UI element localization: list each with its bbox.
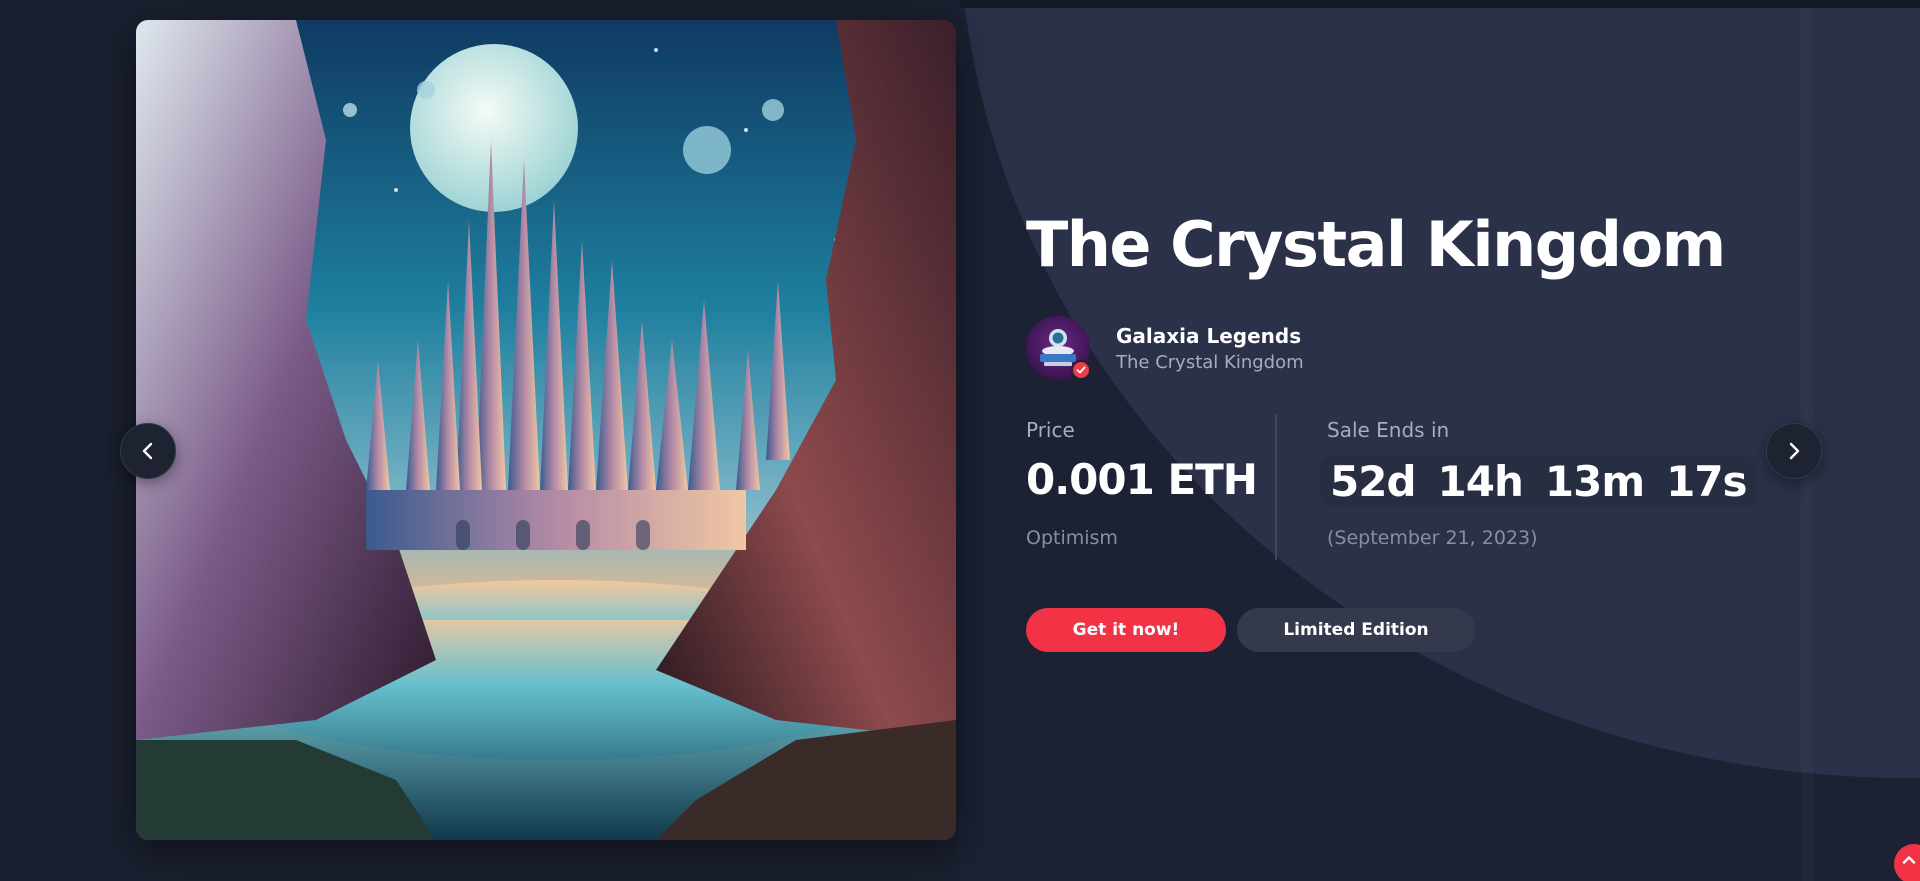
chevron-left-icon bbox=[142, 442, 153, 460]
previous-slide-button[interactable] bbox=[120, 423, 176, 479]
top-strip bbox=[960, 0, 1920, 8]
creator-avatar[interactable] bbox=[1026, 316, 1091, 380]
next-slide-button[interactable] bbox=[1766, 423, 1822, 479]
countdown-timer: 52d 14h 13m 17s bbox=[1320, 455, 1757, 507]
get-it-now-button[interactable]: Get it now! bbox=[1026, 608, 1226, 652]
countdown-minutes: 13m bbox=[1544, 456, 1645, 506]
network-name: Optimism bbox=[1026, 527, 1118, 549]
sale-ends-label: Sale Ends in bbox=[1327, 418, 1450, 442]
background-curve bbox=[958, 8, 1920, 778]
chevron-right-icon bbox=[1789, 442, 1800, 460]
price-value: 0.001 ETH bbox=[1026, 455, 1258, 504]
sale-end-date: (September 21, 2023) bbox=[1327, 527, 1538, 549]
nft-artwork[interactable] bbox=[136, 20, 956, 840]
countdown-hours: 14h bbox=[1437, 456, 1524, 506]
chevron-up-icon bbox=[1902, 856, 1916, 864]
nft-title: The Crystal Kingdom bbox=[1026, 208, 1726, 281]
divider bbox=[1275, 414, 1277, 560]
countdown-days: 52d bbox=[1330, 456, 1417, 506]
countdown-seconds: 17s bbox=[1666, 456, 1747, 506]
check-icon bbox=[1076, 366, 1086, 374]
limited-edition-button[interactable]: Limited Edition bbox=[1237, 608, 1475, 652]
creator-name[interactable]: Galaxia Legends bbox=[1116, 324, 1301, 348]
verified-badge bbox=[1071, 360, 1091, 380]
castle-landscape-image bbox=[136, 20, 956, 840]
collection-name[interactable]: The Crystal Kingdom bbox=[1116, 352, 1304, 373]
price-label: Price bbox=[1026, 418, 1075, 442]
